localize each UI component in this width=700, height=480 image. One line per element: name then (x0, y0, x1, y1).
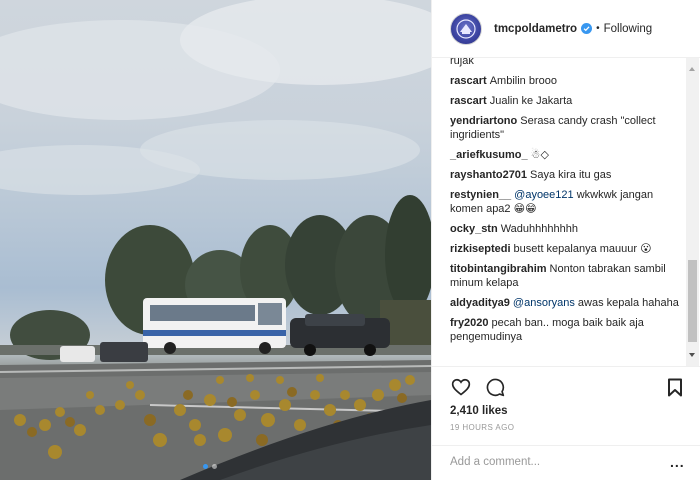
username[interactable]: tmcpoldametro (494, 23, 577, 35)
comment-username[interactable]: rascart (450, 95, 487, 107)
comment-username[interactable]: rascart (450, 75, 487, 87)
comment-item: rascart Jualin ke Jakarta (450, 94, 680, 108)
comment-username[interactable]: titobintangibrahim (450, 263, 547, 275)
avatar[interactable] (450, 12, 482, 45)
comment-username[interactable]: restynien__ (450, 189, 511, 201)
comment-username[interactable]: fry2020 (450, 317, 489, 329)
comment-text: Jualin ke Jakarta (489, 95, 573, 107)
post-header: tmcpoldametro • Following (432, 0, 700, 58)
comment-item: restynien__ @ayoee121 wkwkwk jangan komen… (450, 188, 680, 216)
comment-username[interactable]: aldyaditya9 (450, 297, 510, 309)
comment-text: busett kepalanya mauuur 😮 (513, 243, 652, 255)
comment-text: Ambilin brooo (489, 75, 557, 87)
post-timestamp[interactable]: 19 HOURS AGO (450, 423, 514, 432)
scrollbar[interactable] (686, 58, 699, 366)
comment-item: rizkiseptedi busett kepalanya mauuur 😮 (450, 242, 680, 256)
scroll-thumb[interactable] (688, 260, 697, 342)
comment-text: awas kepala hahaha (577, 297, 679, 309)
like-button[interactable] (450, 376, 472, 398)
police-emblem-icon (456, 18, 476, 39)
post-photo[interactable] (0, 0, 431, 480)
bookmark-icon (668, 378, 682, 396)
comment-item: fry2020 pecah ban.. moga baik baik aja pe… (450, 316, 680, 344)
heart-icon (451, 378, 471, 396)
speech-bubble-icon (486, 378, 505, 397)
post-sidebar: tmcpoldametro • Following rujak rascart Am… (431, 0, 700, 480)
comment-username[interactable]: rizkiseptedi (450, 243, 511, 255)
comment-username[interactable]: rayshanto2701 (450, 169, 527, 181)
comment-item: rujak (450, 58, 680, 68)
comment-item: ocky_stn Waduhhhhhhhh (450, 222, 680, 236)
comment-text: Saya kira itu gas (530, 169, 612, 181)
likes-count[interactable]: 2,410 likes (450, 405, 508, 417)
scroll-down-arrow-icon[interactable] (689, 353, 695, 357)
comment-item: yendriartono Serasa candy crash "collect … (450, 114, 680, 142)
comment-item: rascart Ambilin brooo (450, 74, 680, 88)
comment-text: ☃◇ (530, 149, 549, 161)
verified-badge-icon (581, 23, 593, 34)
carousel-dot-active[interactable] (203, 464, 208, 469)
scroll-up-arrow-icon[interactable] (689, 67, 695, 71)
post-actions: 2,410 likes 19 HOURS AGO ... (432, 366, 700, 480)
comment-text: rujak (450, 58, 474, 67)
comment-item: rayshanto2701 Saya kira itu gas (450, 168, 680, 182)
separator-bullet: • (596, 23, 600, 34)
comment-button[interactable] (484, 376, 506, 398)
comment-item: titobintangibrahim Nonton tabrakan sambil… (450, 262, 680, 290)
road-scene (0, 0, 431, 480)
comment-username[interactable]: ocky_stn (450, 223, 498, 235)
comment-input[interactable] (450, 456, 650, 468)
comment-username[interactable]: yendriartono (450, 115, 517, 127)
save-button[interactable] (664, 376, 686, 398)
comment-mention[interactable]: @ayoee121 (514, 189, 574, 201)
comment-list: rujak rascart Ambilin brooo rascart Jualin k… (450, 58, 680, 350)
carousel-dot[interactable] (212, 464, 217, 469)
comment-text: Waduhhhhhhhh (500, 223, 578, 235)
carousel-indicator[interactable] (203, 464, 217, 469)
add-comment-bar: ... (432, 445, 700, 480)
comment-item: _ariefkusumo_ ☃◇ (450, 148, 680, 162)
more-options-button[interactable]: ... (670, 454, 685, 470)
action-icons (450, 376, 506, 398)
comment-username[interactable]: _ariefkusumo_ (450, 149, 528, 161)
comment-item: aldyaditya9 @ansoryans awas kepala hahaha (450, 296, 680, 310)
comments-section[interactable]: rujak rascart Ambilin brooo rascart Jualin k… (432, 58, 700, 366)
comment-mention[interactable]: @ansoryans (513, 297, 575, 309)
following-button[interactable]: Following (604, 23, 653, 35)
